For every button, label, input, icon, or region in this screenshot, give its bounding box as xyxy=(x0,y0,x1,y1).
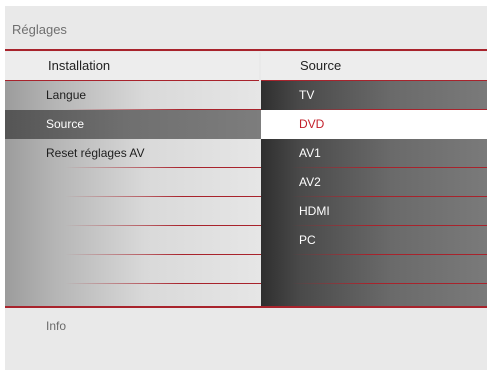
menu-empty-row xyxy=(5,226,261,255)
source-item-pc[interactable]: PC xyxy=(261,226,487,255)
source-item-label: TV xyxy=(299,88,315,102)
source-submenu: TV DVD AV1 AV2 HDMI PC xyxy=(261,81,487,307)
source-item-label: AV1 xyxy=(299,146,321,160)
info-label: Info xyxy=(46,319,67,333)
footer-divider xyxy=(5,306,487,308)
source-item-tv[interactable]: TV xyxy=(261,81,487,110)
menu-empty-row xyxy=(5,197,261,226)
left-column-header-label: Installation xyxy=(48,58,111,73)
menu-empty-row xyxy=(5,284,261,313)
menu-item-label: Reset réglages AV xyxy=(46,146,145,160)
settings-screen: Réglages Installation Source Langue Sour… xyxy=(5,6,487,370)
left-column-header: Installation xyxy=(5,52,259,80)
source-item-av2[interactable]: AV2 xyxy=(261,168,487,197)
source-item-hdmi[interactable]: HDMI xyxy=(261,197,487,226)
menu-item-langue[interactable]: Langue xyxy=(5,81,261,110)
settings-menu: Langue Source Reset réglages AV xyxy=(5,81,261,307)
menu-item-label: Langue xyxy=(46,88,87,102)
source-item-dvd[interactable]: DVD xyxy=(261,110,487,139)
menu-item-label: Source xyxy=(46,117,85,131)
title-divider xyxy=(5,49,487,51)
page-title: Réglages xyxy=(12,22,67,37)
menu-item-source[interactable]: Source xyxy=(5,110,261,139)
menu-empty-row xyxy=(5,168,261,197)
submenu-empty-row xyxy=(261,255,487,284)
menu-empty-row xyxy=(5,255,261,284)
source-item-label: PC xyxy=(299,233,316,247)
source-item-label: AV2 xyxy=(299,175,321,189)
source-item-av1[interactable]: AV1 xyxy=(261,139,487,168)
right-column-header: Source xyxy=(261,52,487,80)
right-column-header-label: Source xyxy=(300,58,342,73)
source-item-label: DVD xyxy=(299,117,325,131)
submenu-empty-row xyxy=(261,284,487,313)
source-item-label: HDMI xyxy=(299,204,330,218)
menu-item-reset-av[interactable]: Reset réglages AV xyxy=(5,139,261,168)
